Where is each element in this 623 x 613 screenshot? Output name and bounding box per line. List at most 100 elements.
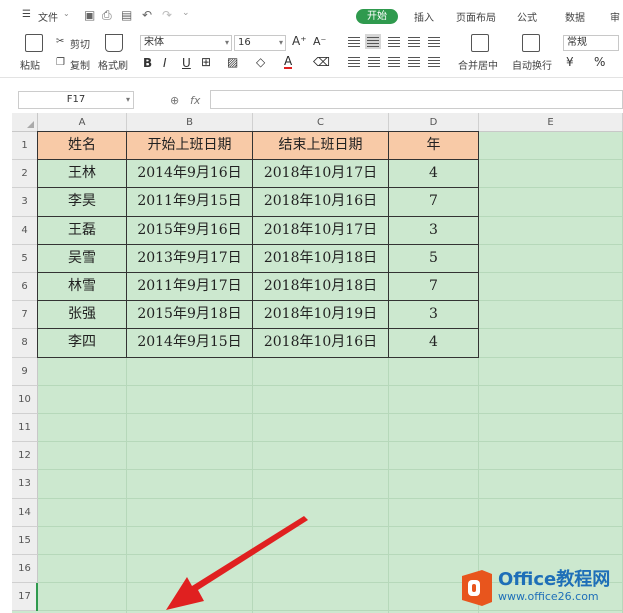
tab-insert[interactable]: 插入 bbox=[414, 9, 434, 24]
chevron-down-icon[interactable]: ⌄ bbox=[63, 9, 70, 18]
print-preview-icon[interactable]: ▤ bbox=[121, 8, 132, 22]
format-painter-button[interactable]: 格式刷 bbox=[98, 57, 128, 72]
table-cell[interactable]: 2018年10月17日 bbox=[253, 160, 389, 189]
wrap-text-button[interactable]: 自动换行 bbox=[512, 57, 552, 72]
row-header-15[interactable]: 15 bbox=[12, 526, 38, 555]
row-header-1[interactable]: 1 bbox=[12, 132, 38, 161]
row-header-6[interactable]: 6 bbox=[12, 273, 38, 302]
tab-page-layout[interactable]: 页面布局 bbox=[456, 9, 496, 24]
fx-button[interactable]: fx bbox=[190, 94, 200, 107]
table-cell[interactable]: 2018年10月18日 bbox=[253, 273, 389, 302]
table-cell[interactable]: 2014年9月15日 bbox=[127, 329, 253, 358]
table-cell[interactable]: 张强 bbox=[37, 301, 127, 330]
number-format-select[interactable]: 常规 bbox=[563, 35, 619, 51]
table-cell[interactable]: 2018年10月16日 bbox=[253, 329, 389, 358]
indent-decrease-icon[interactable] bbox=[408, 37, 420, 47]
decrease-font-icon[interactable]: A⁻ bbox=[313, 35, 326, 48]
row-header-13[interactable]: 13 bbox=[12, 470, 38, 499]
italic-button[interactable]: I bbox=[163, 56, 167, 70]
table-cell[interactable]: 2013年9月17日 bbox=[127, 244, 253, 273]
table-cell[interactable]: 2018年10月19日 bbox=[253, 301, 389, 330]
table-cell[interactable]: 李昊 bbox=[37, 188, 127, 217]
row-header-9[interactable]: 9 bbox=[12, 357, 38, 386]
row-header-2[interactable]: 2 bbox=[12, 160, 38, 189]
merge-center-icon[interactable] bbox=[471, 34, 489, 52]
table-cell[interactable]: 7 bbox=[389, 273, 479, 302]
indent-increase-icon[interactable] bbox=[428, 37, 440, 47]
print-icon[interactable]: ⎙ bbox=[102, 8, 112, 23]
menu-icon[interactable]: ☰ bbox=[22, 9, 31, 20]
table-cell[interactable]: 2018年10月17日 bbox=[253, 216, 389, 245]
table-header-cell[interactable]: 年 bbox=[389, 131, 479, 161]
format-painter-icon[interactable] bbox=[105, 34, 123, 52]
cut-button[interactable]: 剪切 bbox=[70, 36, 90, 51]
justify-icon[interactable] bbox=[408, 57, 420, 67]
customize-icon[interactable]: ⌄ bbox=[182, 8, 190, 18]
table-cell[interactable]: 2018年10月16日 bbox=[253, 188, 389, 217]
row-header-5[interactable]: 5 bbox=[12, 244, 38, 273]
align-left-icon[interactable] bbox=[348, 57, 360, 67]
bold-button[interactable]: B bbox=[143, 56, 152, 70]
row-header-11[interactable]: 11 bbox=[12, 414, 38, 443]
spreadsheet-grid[interactable]: A B C D E 1 2 3 4 5 6 7 8 9 10 11 12 13 14 15 16 17 姓名 开始上班日期 结束… bbox=[12, 113, 623, 613]
column-header-d[interactable]: D bbox=[389, 113, 479, 132]
tab-home[interactable]: 开始 bbox=[356, 9, 398, 24]
currency-icon[interactable]: ¥ bbox=[566, 55, 574, 69]
font-size-select[interactable]: 16 ▾ bbox=[234, 35, 286, 51]
select-all-corner[interactable] bbox=[12, 113, 38, 132]
distribute-icon[interactable] bbox=[428, 57, 440, 67]
table-cell[interactable]: 王磊 bbox=[37, 216, 127, 245]
table-cell[interactable]: 2011年9月17日 bbox=[127, 273, 253, 302]
clear-format-icon[interactable]: ⌫ bbox=[313, 55, 330, 69]
table-cell[interactable]: 4 bbox=[389, 160, 479, 189]
underline-button[interactable]: U bbox=[182, 56, 191, 70]
percent-button[interactable]: % bbox=[594, 55, 605, 69]
table-cell[interactable]: 7 bbox=[389, 188, 479, 217]
formula-input[interactable] bbox=[210, 90, 623, 109]
column-header-c[interactable]: C bbox=[253, 113, 389, 132]
table-cell[interactable]: 2015年9月16日 bbox=[127, 216, 253, 245]
table-header-cell[interactable]: 姓名 bbox=[37, 131, 127, 161]
copy-button[interactable]: 复制 bbox=[70, 57, 90, 72]
column-header-a[interactable]: A bbox=[38, 113, 127, 132]
row-header-4[interactable]: 4 bbox=[12, 216, 38, 245]
save-icon[interactable]: ▣ bbox=[84, 8, 95, 22]
tab-formulas[interactable]: 公式 bbox=[517, 9, 537, 24]
table-cell[interactable]: 李四 bbox=[37, 329, 127, 358]
undo-icon[interactable]: ↶ bbox=[142, 8, 152, 22]
name-box[interactable]: F17 ▾ bbox=[18, 91, 134, 109]
align-bottom-icon[interactable] bbox=[388, 37, 400, 47]
table-cell[interactable]: 3 bbox=[389, 301, 479, 330]
row-header-10[interactable]: 10 bbox=[12, 385, 38, 414]
align-top-icon[interactable] bbox=[348, 37, 360, 47]
tab-data[interactable]: 数据 bbox=[565, 9, 585, 24]
table-cell[interactable]: 5 bbox=[389, 244, 479, 273]
paste-button[interactable]: 粘贴 bbox=[20, 57, 40, 72]
font-color-button[interactable]: A bbox=[284, 55, 293, 69]
paste-icon[interactable] bbox=[25, 34, 43, 52]
font-name-select[interactable]: 宋体 ▾ bbox=[140, 35, 232, 51]
row-header-3[interactable]: 3 bbox=[12, 188, 38, 217]
table-cell[interactable]: 2014年9月16日 bbox=[127, 160, 253, 189]
fill-pattern-icon[interactable]: ▨ bbox=[227, 55, 238, 69]
copy-icon[interactable]: ❐ bbox=[56, 57, 65, 68]
tab-review[interactable]: 审 bbox=[610, 9, 620, 24]
increase-font-icon[interactable]: A⁺ bbox=[292, 34, 307, 48]
table-cell[interactable]: 2018年10月18日 bbox=[253, 244, 389, 273]
redo-icon[interactable]: ↷ bbox=[162, 8, 172, 22]
border-icon[interactable]: ⊞ bbox=[201, 55, 211, 69]
table-cell[interactable]: 3 bbox=[389, 216, 479, 245]
align-right-icon[interactable] bbox=[388, 57, 400, 67]
file-menu[interactable]: 文件 bbox=[38, 9, 58, 24]
table-cell[interactable]: 林雪 bbox=[37, 273, 127, 302]
row-header-8[interactable]: 8 bbox=[12, 329, 38, 358]
wrap-text-icon[interactable] bbox=[522, 34, 540, 52]
column-header-b[interactable]: B bbox=[127, 113, 253, 132]
table-cell[interactable]: 2011年9月15日 bbox=[127, 188, 253, 217]
table-cell[interactable]: 王林 bbox=[37, 160, 127, 189]
column-header-e[interactable]: E bbox=[479, 113, 623, 132]
row-header-7[interactable]: 7 bbox=[12, 301, 38, 330]
table-cell[interactable]: 2015年9月18日 bbox=[127, 301, 253, 330]
table-cell[interactable]: 4 bbox=[389, 329, 479, 358]
merge-center-button[interactable]: 合并居中 bbox=[458, 57, 498, 72]
